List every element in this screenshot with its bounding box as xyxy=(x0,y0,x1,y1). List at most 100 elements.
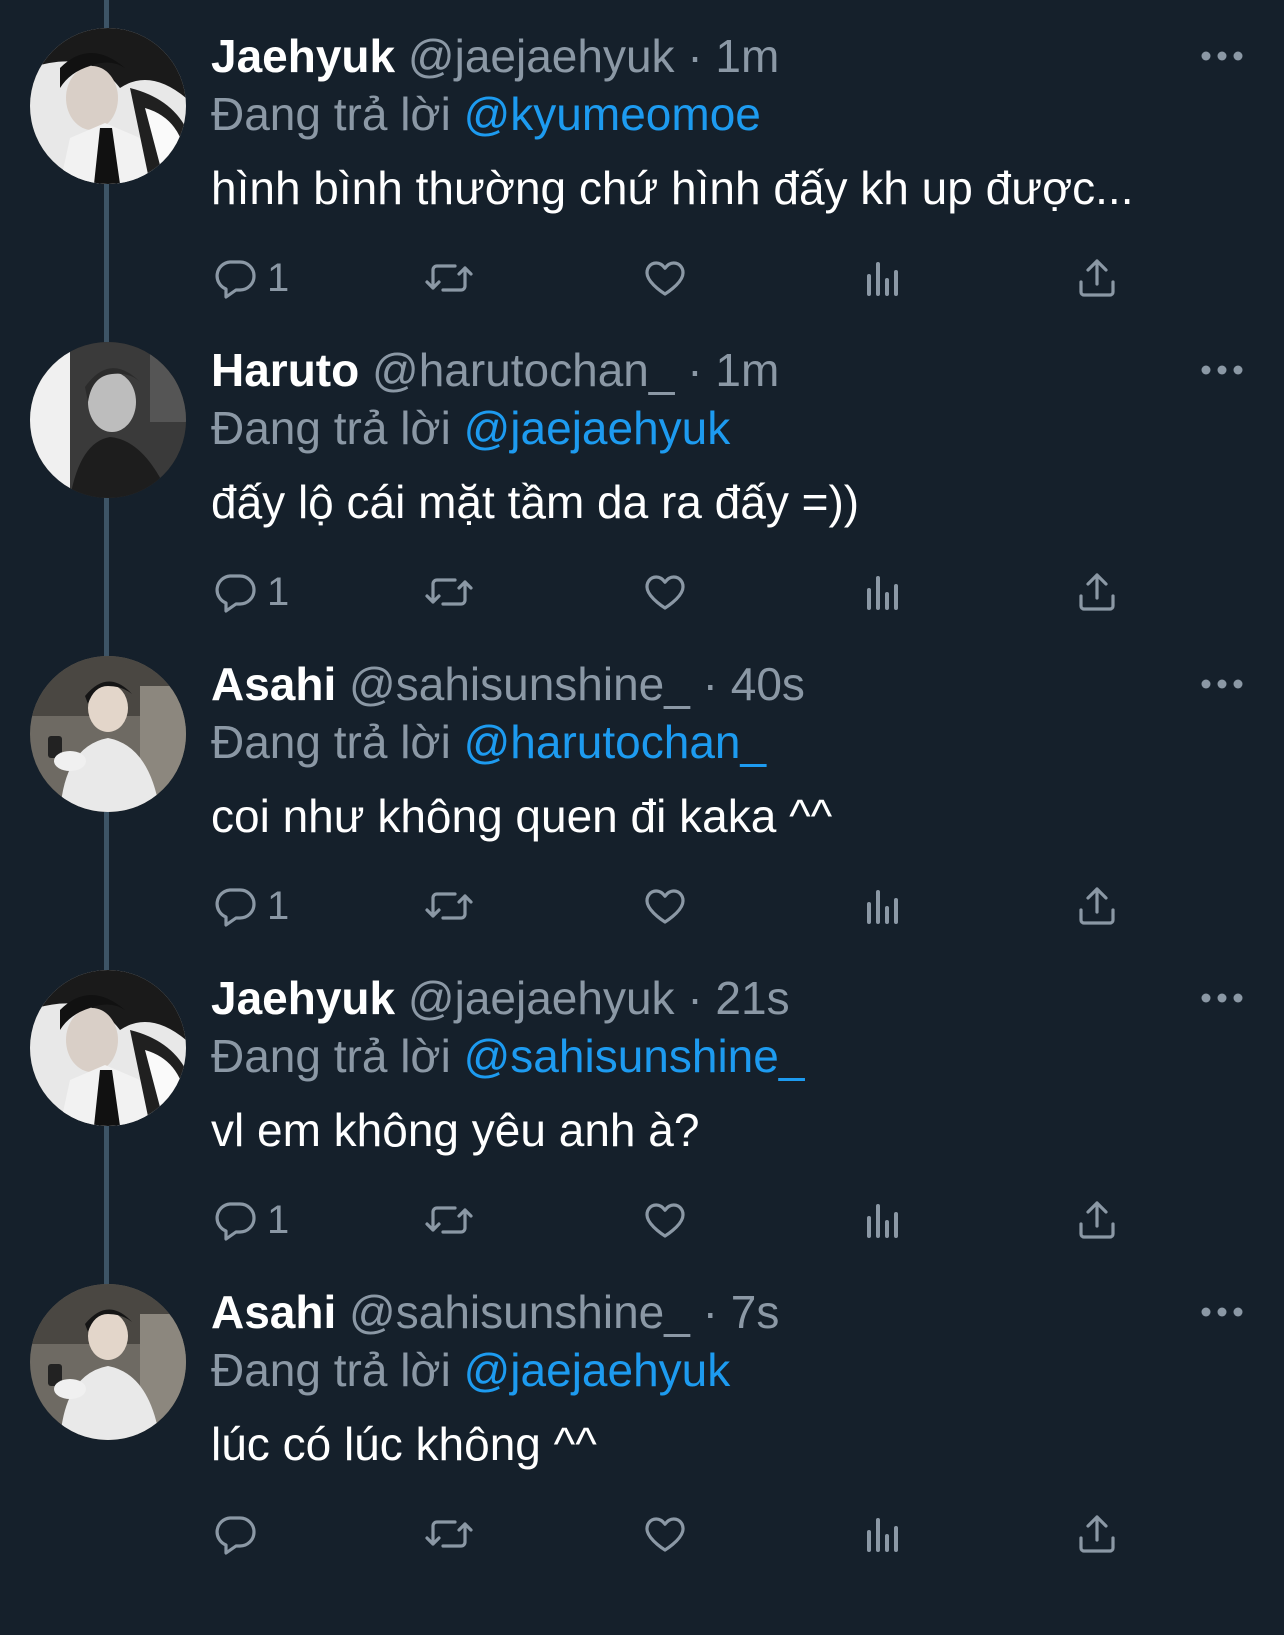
share-button[interactable] xyxy=(1073,1504,1121,1564)
views-icon xyxy=(867,262,898,296)
tweet-text: vl em không yêu anh à? xyxy=(211,1104,700,1156)
views-button[interactable] xyxy=(859,876,907,936)
tweet[interactable]: Haruto @harutochan_ · 1m Đang trả lời @j… xyxy=(0,314,1284,641)
reply-button[interactable]: 1 xyxy=(211,248,289,308)
reply-icon xyxy=(215,1516,256,1555)
views-button[interactable] xyxy=(859,1190,907,1250)
tweet-actions: 1 xyxy=(211,248,1131,308)
more-button[interactable] xyxy=(1196,1286,1248,1338)
display-name[interactable]: Asahi xyxy=(211,1286,336,1338)
share-icon xyxy=(1079,259,1115,297)
avatar[interactable] xyxy=(30,342,186,498)
tweet-text: coi như không quen đi kaka ^^ xyxy=(211,790,833,842)
reply-button[interactable]: 1 xyxy=(211,876,289,936)
avatar-haruto-image xyxy=(30,342,186,498)
mention-link[interactable]: @kyumeomoe xyxy=(464,88,761,140)
more-button[interactable] xyxy=(1196,344,1248,396)
display-name[interactable]: Haruto xyxy=(211,344,359,396)
tweet-actions: 1 xyxy=(211,1190,1131,1250)
more-icon xyxy=(1201,365,1243,375)
reply-button[interactable]: 1 xyxy=(211,562,289,622)
reply-icon xyxy=(215,574,256,613)
avatar-asahi-image xyxy=(30,656,186,812)
more-button[interactable] xyxy=(1196,658,1248,710)
replying-to: Đang trả lời @sahisunshine_ xyxy=(211,1028,804,1084)
tweet-header: Jaehyuk @jaejaehyuk · 1m xyxy=(211,28,779,84)
timestamp[interactable]: · 7s xyxy=(703,1286,780,1338)
heart-icon xyxy=(645,1203,685,1238)
more-icon xyxy=(1201,1307,1243,1317)
views-button[interactable] xyxy=(859,1504,907,1564)
reply-count: 1 xyxy=(267,255,290,300)
share-button[interactable] xyxy=(1073,876,1121,936)
display-name[interactable]: Jaehyuk xyxy=(211,30,395,82)
avatar[interactable] xyxy=(30,28,186,184)
retweet-button[interactable] xyxy=(423,876,475,936)
timestamp[interactable]: · 1m xyxy=(687,30,779,82)
avatar[interactable] xyxy=(30,656,186,812)
handle[interactable]: @sahisunshine_ xyxy=(349,1286,690,1338)
like-button[interactable] xyxy=(641,1190,689,1250)
views-icon xyxy=(867,1204,898,1238)
reply-icon xyxy=(215,260,256,299)
more-button[interactable] xyxy=(1196,30,1248,82)
like-button[interactable] xyxy=(641,562,689,622)
handle[interactable]: @sahisunshine_ xyxy=(349,658,690,710)
share-button[interactable] xyxy=(1073,1190,1121,1250)
tweet-actions: 1 xyxy=(211,876,1131,936)
replying-to: Đang trả lời @harutochan_ xyxy=(211,714,766,770)
tweet[interactable]: Asahi @sahisunshine_ · 7s Đang trả lời @… xyxy=(0,1256,1284,1583)
views-icon xyxy=(867,1518,898,1552)
tweet-text: hình bình thường chứ hình đấy kh up được… xyxy=(211,162,1134,214)
tweet[interactable]: Jaehyuk @jaejaehyuk · 21s Đang trả lời @… xyxy=(0,942,1284,1269)
avatar[interactable] xyxy=(30,970,186,1126)
reply-icon xyxy=(215,1202,256,1241)
like-button[interactable] xyxy=(641,876,689,936)
views-button[interactable] xyxy=(859,562,907,622)
timestamp[interactable]: · 21s xyxy=(687,972,789,1024)
reply-button[interactable]: 1 xyxy=(211,1190,289,1250)
tweet[interactable]: Asahi @sahisunshine_ · 40s Đang trả lời … xyxy=(0,628,1284,955)
display-name[interactable]: Jaehyuk xyxy=(211,972,395,1024)
avatar-jaehyuk-image xyxy=(30,970,186,1126)
replying-to-label: Đang trả lời xyxy=(211,88,451,140)
handle[interactable]: @jaejaehyuk xyxy=(408,30,675,82)
views-icon xyxy=(867,890,898,924)
reply-button[interactable] xyxy=(211,1504,267,1564)
share-icon xyxy=(1079,887,1115,925)
like-button[interactable] xyxy=(641,1504,689,1564)
timestamp[interactable]: · 40s xyxy=(703,658,805,710)
retweet-button[interactable] xyxy=(423,248,475,308)
retweet-button[interactable] xyxy=(423,1190,475,1250)
replying-to: Đang trả lời @jaejaehyuk xyxy=(211,400,730,456)
tweet-header: Haruto @harutochan_ · 1m xyxy=(211,342,779,398)
mention-link[interactable]: @jaejaehyuk xyxy=(464,1344,731,1396)
mention-link[interactable]: @jaejaehyuk xyxy=(464,402,731,454)
retweet-icon xyxy=(425,578,473,606)
reply-count: 1 xyxy=(267,569,290,614)
retweet-icon xyxy=(425,892,473,920)
tweet-actions: 1 xyxy=(211,562,1131,622)
tweet-text: lúc có lúc không ^^ xyxy=(211,1418,597,1470)
views-button[interactable] xyxy=(859,248,907,308)
handle[interactable]: @jaejaehyuk xyxy=(408,972,675,1024)
timestamp[interactable]: · 1m xyxy=(687,344,779,396)
avatar[interactable] xyxy=(30,1284,186,1440)
share-button[interactable] xyxy=(1073,562,1121,622)
retweet-button[interactable] xyxy=(423,1504,475,1564)
mention-link[interactable]: @sahisunshine_ xyxy=(464,1030,805,1082)
retweet-icon xyxy=(425,1520,473,1548)
tweet-actions xyxy=(211,1504,1131,1564)
handle[interactable]: @harutochan_ xyxy=(372,344,674,396)
more-button[interactable] xyxy=(1196,972,1248,1024)
mention-link[interactable]: @harutochan_ xyxy=(464,716,766,768)
share-button[interactable] xyxy=(1073,248,1121,308)
share-icon xyxy=(1079,573,1115,611)
tweet-header: Asahi @sahisunshine_ · 7s xyxy=(211,1284,779,1340)
reply-count: 1 xyxy=(267,883,290,928)
display-name[interactable]: Asahi xyxy=(211,658,336,710)
retweet-button[interactable] xyxy=(423,562,475,622)
like-button[interactable] xyxy=(641,248,689,308)
tweet[interactable]: Jaehyuk @jaejaehyuk · 1m Đang trả lời @k… xyxy=(0,0,1284,327)
more-icon xyxy=(1201,679,1243,689)
